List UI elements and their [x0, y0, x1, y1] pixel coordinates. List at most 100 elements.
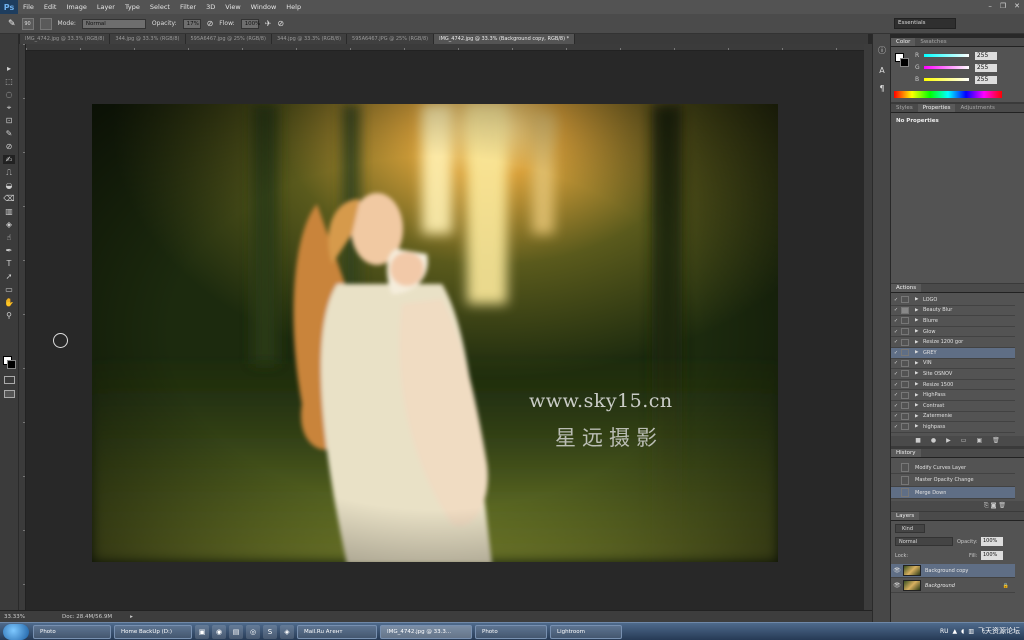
tab-doc-5[interactable]: 595A6467.JPG @ 25% (RGB/8) [347, 34, 435, 44]
screen-mode-icon[interactable] [4, 390, 15, 398]
layer-filter-kind[interactable]: Kind [895, 524, 925, 533]
action-item[interactable]: ✓ ▶ Resize 1500 [891, 379, 1015, 391]
lasso-tool-icon[interactable]: ◌ [3, 90, 15, 99]
eye-icon[interactable]: 👁 [891, 582, 903, 589]
stamp-tool-icon[interactable]: ⎍ [3, 168, 15, 177]
healing-tool-icon[interactable]: ⊘ [3, 142, 15, 151]
action-item[interactable]: ✓ ▶ Zatermenie [891, 411, 1015, 423]
zoom-level[interactable]: 33.33% [4, 614, 54, 620]
zoom-tool-icon[interactable]: ⚲ [3, 311, 15, 320]
play-icon[interactable]: ▶ [946, 436, 951, 446]
network-icon[interactable]: ▥ [968, 628, 974, 635]
document-image[interactable]: www.sky15.cn 星远摄影 [92, 104, 778, 562]
taskbar-item-mail-agent[interactable]: Mail.Ru Агент [297, 624, 377, 639]
type-tool-icon[interactable]: T [3, 259, 15, 268]
minimize-button[interactable]: – [988, 2, 992, 10]
eyedropper-tool-icon[interactable]: ✎ [3, 129, 15, 138]
quick-select-tool-icon[interactable]: ⌖ [3, 103, 15, 112]
mode-select[interactable]: Normal [81, 18, 146, 29]
restore-button[interactable]: ❐ [1000, 2, 1006, 10]
action-item[interactable]: ✓ ▶ VIN [891, 358, 1015, 370]
character-icon[interactable]: A [877, 66, 887, 76]
menu-edit[interactable]: Edit [39, 3, 62, 11]
app-icon[interactable]: ◎ [246, 624, 260, 639]
pressure-opacity-icon[interactable]: ⊘ [207, 19, 214, 28]
tab-adjustments[interactable]: Adjustments [955, 104, 999, 112]
flow-field[interactable]: 100% [240, 18, 260, 29]
action-item[interactable]: ✓ ▶ Glow [891, 326, 1015, 338]
info-icon[interactable]: ⓘ [877, 46, 887, 56]
crop-tool-icon[interactable]: ⊡ [3, 116, 15, 125]
hand-tool-icon[interactable]: ✋ [3, 298, 15, 307]
action-item[interactable]: ✓ ▶ Beauty Blur [891, 305, 1015, 317]
tab-swatches[interactable]: Swatches [915, 38, 951, 46]
opacity-field[interactable]: 17% [182, 18, 201, 29]
eye-icon[interactable]: 👁 [891, 567, 903, 574]
menu-view[interactable]: View [220, 3, 245, 11]
pressure-size-icon[interactable]: ⊘ [277, 19, 284, 28]
tab-doc-3[interactable]: 595A6467.jpg @ 25% (RGB/8) [185, 34, 272, 44]
menu-3d[interactable]: 3D [201, 3, 220, 11]
taskbar-item-lightroom[interactable]: Lightroom [550, 624, 622, 639]
layer-row-background-copy[interactable]: 👁 Background copy [891, 564, 1015, 578]
channel-r-value[interactable]: 255 [974, 52, 997, 60]
action-item[interactable]: ✓ ▶ HighPass [891, 390, 1015, 401]
tab-layers[interactable]: Layers [891, 512, 920, 520]
pen-tool-icon[interactable]: ✒ [3, 246, 15, 255]
quick-mask-icon[interactable] [4, 376, 15, 384]
tab-doc-active[interactable]: IMG_4742.jpg @ 33.3% (Background copy, R… [434, 34, 576, 44]
menu-help[interactable]: Help [281, 3, 306, 11]
action-item[interactable]: ✓ ▶ highpass [891, 422, 1015, 433]
stop-icon[interactable]: ■ [915, 436, 921, 446]
channel-r-slider[interactable] [923, 54, 969, 57]
app-icon[interactable]: ▣ [195, 624, 209, 639]
record-icon[interactable]: ● [931, 436, 936, 446]
menu-file[interactable]: File [18, 3, 39, 11]
layer-row-background[interactable]: 👁 Background 🔒 [891, 579, 1015, 593]
menu-image[interactable]: Image [61, 3, 91, 11]
channel-g-slider[interactable] [923, 66, 969, 69]
menu-type[interactable]: Type [120, 3, 145, 11]
paragraph-icon[interactable]: ¶ [877, 84, 887, 94]
channel-b-slider[interactable] [923, 78, 969, 81]
tab-actions[interactable]: Actions [891, 284, 922, 292]
brush-tool-icon[interactable]: ✎ [8, 19, 16, 29]
path-select-tool-icon[interactable]: ➚ [3, 272, 15, 281]
menu-window[interactable]: Window [246, 3, 282, 11]
new-action-icon[interactable]: ▣ [976, 436, 982, 446]
channel-g-value[interactable]: 255 [974, 64, 997, 72]
gradient-tool-icon[interactable]: ▥ [3, 207, 15, 216]
brush-tool-icon-active[interactable]: ✍ [3, 155, 15, 164]
blend-mode-select[interactable]: Normal [895, 537, 953, 546]
delete-state-icon[interactable]: 🗑 [998, 502, 1006, 509]
status-menu-arrow-icon[interactable]: ▸ [130, 614, 133, 620]
volume-icon[interactable]: ◖ [961, 628, 964, 635]
tab-color[interactable]: Color [891, 38, 916, 46]
history-item[interactable]: Modify Curves Layer [891, 462, 1015, 474]
menu-layer[interactable]: Layer [92, 3, 120, 11]
canvas-vertical-scrollbar[interactable] [864, 44, 872, 610]
history-brush-tool-icon[interactable]: ◒ [3, 181, 15, 190]
menu-filter[interactable]: Filter [175, 3, 201, 11]
brush-panel-toggle-icon[interactable] [39, 17, 52, 30]
firefox-icon[interactable]: ◉ [212, 624, 226, 639]
close-button[interactable]: ✕ [1014, 2, 1020, 10]
channel-b-value[interactable]: 255 [974, 76, 997, 84]
skype-icon[interactable]: S [263, 624, 277, 639]
app-icon[interactable]: ▤ [229, 624, 243, 639]
language-indicator[interactable]: RU [940, 628, 949, 635]
tab-history[interactable]: History [891, 449, 921, 457]
tab-doc-1[interactable]: IMG_4742.jpg @ 33.3% (RGB/8) [20, 34, 111, 44]
delete-action-icon[interactable]: 🗑 [992, 436, 1000, 446]
history-item-selected[interactable]: Merge Down [891, 487, 1015, 499]
history-item[interactable]: Master Opacity Change [891, 474, 1015, 487]
camera-icon[interactable]: ◙ [991, 502, 997, 509]
taskbar-item-photoshop[interactable]: IMG_4742.jpg @ 33.3... [380, 624, 472, 639]
app-icon[interactable]: ◈ [280, 624, 294, 639]
new-set-icon[interactable]: ▭ [961, 436, 967, 446]
taskbar-item-photo-folder[interactable]: Photo [33, 624, 111, 639]
eraser-tool-icon[interactable]: ⌫ [3, 194, 15, 203]
airbrush-icon[interactable]: ✈ [265, 19, 272, 28]
menu-select[interactable]: Select [145, 3, 175, 11]
shape-tool-icon[interactable]: ▭ [3, 285, 15, 294]
